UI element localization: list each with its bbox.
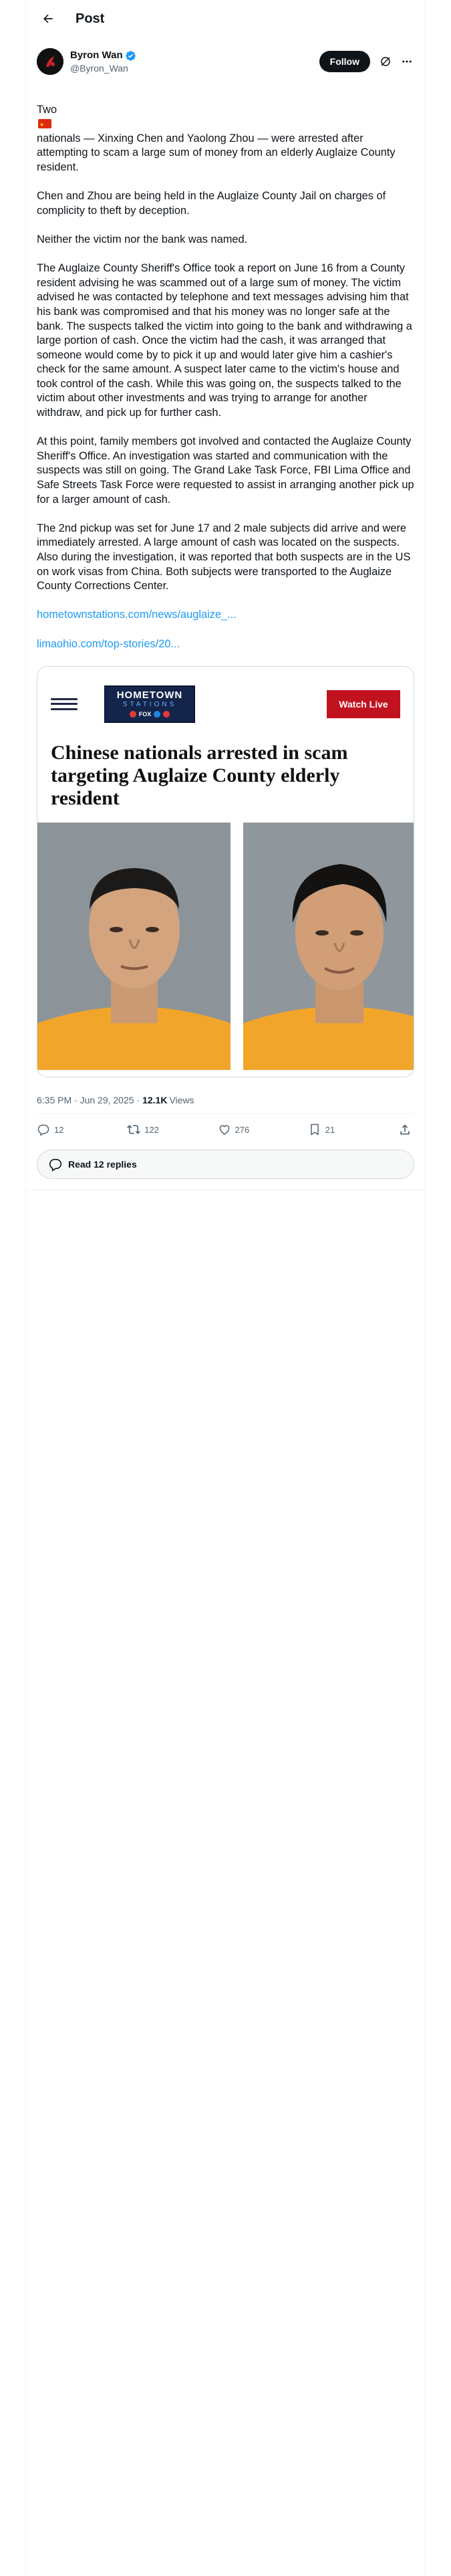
post-timestamp[interactable]: 6:35 PM · Jun 29, 2025 · [37, 1095, 140, 1105]
avatar-image [37, 48, 63, 75]
mugshots [37, 822, 414, 1070]
action-bar: 12 122 276 21 [37, 1113, 414, 1146]
paragraph-4: The Auglaize County Sheriff's Office too… [37, 262, 412, 419]
arrow-left-icon [43, 14, 53, 23]
page-title: Post [76, 11, 105, 26]
back-button[interactable] [37, 7, 59, 30]
link-preview-card[interactable]: HOMETOWN STATIONS FOX Watch Live Chinese… [37, 665, 414, 1077]
reply-button[interactable]: 12 [37, 1123, 110, 1136]
avatar[interactable] [37, 48, 63, 75]
more-options-icon[interactable] [400, 54, 414, 69]
cbs-logo-icon [163, 711, 170, 718]
reply-icon [37, 1124, 49, 1136]
bookmark-button[interactable]: 21 [308, 1123, 382, 1136]
hometown-stations-logo: HOMETOWN STATIONS FOX [104, 685, 195, 723]
paragraph-1: Two nationals — Xinxing Chen and Yaolong… [37, 88, 414, 175]
top-bar: Post [26, 0, 425, 37]
mugshot-left [37, 822, 231, 1070]
bookmark-count: 21 [325, 1124, 335, 1135]
logo-network-row: FOX [129, 711, 170, 718]
repost-icon [127, 1125, 141, 1134]
post-column: Post Byron Wan @Byron_Wan Follow Two ★ n… [26, 0, 425, 1190]
paragraph-6: The 2nd pickup was set for June 17 and 2… [37, 522, 411, 593]
like-button[interactable]: 276 [218, 1123, 291, 1136]
share-icon [400, 1124, 410, 1135]
mugshot-right [243, 822, 414, 1070]
read-replies-button[interactable]: Read 12 replies [37, 1149, 414, 1179]
follow-button[interactable]: Follow [319, 51, 370, 72]
abc-logo-icon [129, 711, 136, 718]
card-navbar: HOMETOWN STATIONS FOX Watch Live [37, 667, 414, 742]
hamburger-menu-icon [51, 695, 78, 713]
views-count: 12.1K [142, 1094, 168, 1105]
link-limaohio[interactable]: limaohio.com/top-stories/20... [37, 637, 414, 652]
reply-count: 12 [54, 1124, 64, 1135]
logo-top-text: HOMETOWN [116, 689, 183, 702]
china-flag-icon [38, 118, 51, 132]
author-name[interactable]: Byron Wan [70, 49, 123, 62]
verified-badge-icon [125, 50, 136, 61]
reply-bubble-icon [49, 1158, 62, 1172]
paragraph-2: Chen and Zhou are being held in the Augl… [37, 190, 386, 217]
bookmark-icon [311, 1124, 319, 1136]
watch-live-button: Watch Live [327, 689, 400, 718]
like-count: 276 [235, 1124, 250, 1135]
repost-button[interactable]: 122 [127, 1123, 200, 1136]
logo-mid-text: STATIONS [122, 701, 177, 709]
views-label: Views [169, 1094, 194, 1105]
heart-icon [219, 1125, 229, 1136]
nbc-logo-icon [154, 711, 161, 718]
author-row: Byron Wan @Byron_Wan Follow [26, 37, 425, 78]
paragraph-5: At this point, family members got involv… [37, 435, 414, 506]
right-border [425, 0, 426, 2576]
share-button[interactable] [398, 1123, 414, 1136]
link-hometownstations[interactable]: hometownstations.com/news/auglaize_... [37, 608, 414, 623]
fox-logo-text: FOX [138, 711, 152, 718]
repost-count: 122 [144, 1124, 159, 1135]
paragraph-1-start: Two [37, 103, 57, 116]
post-meta: 6:35 PM · Jun 29, 2025 · 12.1K Views [26, 1087, 425, 1113]
post-text: Two nationals — Xinxing Chen and Yaolong… [26, 88, 425, 651]
author-handle[interactable]: @Byron_Wan [70, 62, 319, 74]
grok-icon[interactable] [378, 54, 393, 69]
read-replies-label: Read 12 replies [68, 1158, 137, 1170]
paragraph-3: Neither the victim nor the bank was name… [37, 233, 248, 245]
paragraph-1-rest: nationals — Xinxing Chen and Yaolong Zho… [37, 132, 396, 173]
